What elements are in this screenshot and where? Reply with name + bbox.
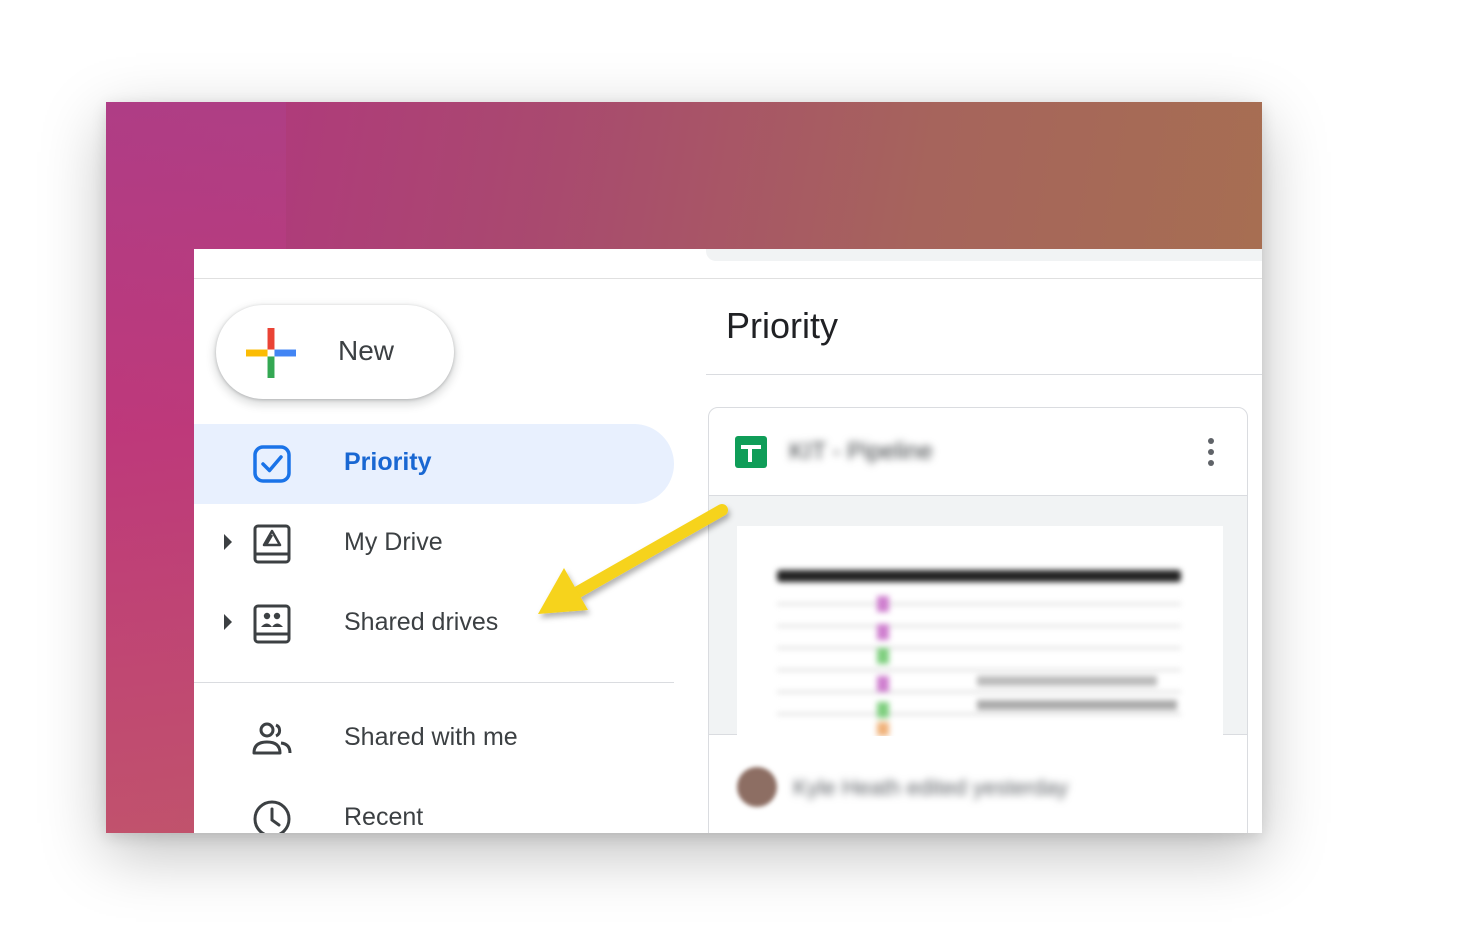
file-thumbnail	[737, 526, 1223, 736]
sidebar-item-recent[interactable]: Recent	[194, 779, 674, 833]
drive-app: New Priority My Drive Shared drives Shar…	[194, 249, 1262, 833]
search-bar-edge[interactable]	[706, 249, 1262, 261]
last-edit-text: Kyle Heath edited yesterday	[793, 775, 1069, 800]
avatar	[737, 767, 777, 807]
clock-icon	[253, 800, 291, 833]
new-button-label: New	[338, 335, 395, 366]
screenshot-frame: New Priority My Drive Shared drives Shar…	[106, 102, 1262, 833]
title-divider	[706, 374, 1262, 375]
new-button[interactable]: New	[216, 305, 454, 399]
page-title: Priority	[726, 305, 839, 346]
caret-right-icon[interactable]	[222, 532, 234, 552]
more-vert-icon[interactable]	[1201, 435, 1221, 469]
spreadsheet-preview	[777, 570, 1181, 736]
google-sheets-icon	[735, 436, 767, 468]
sidebar-item-label: Shared with me	[344, 723, 518, 751]
file-card-header: KIT - Pipeline	[709, 408, 1247, 496]
sidebar-item-priority[interactable]: Priority	[194, 424, 674, 504]
file-card[interactable]: KIT - Pipeline Kyle Heath edited yesterd…	[708, 407, 1248, 833]
file-card-footer: Kyle Heath edited yesterday	[709, 735, 1247, 833]
file-name: KIT - Pipeline	[789, 438, 933, 465]
plus-icon	[246, 328, 296, 378]
shared-drives-icon	[253, 604, 291, 644]
priority-checkbox-icon	[253, 445, 291, 483]
sidebar-item-label: Recent	[344, 803, 424, 831]
caret-right-icon[interactable]	[222, 612, 234, 632]
sidebar-item-shared-with-me[interactable]: Shared with me	[194, 699, 674, 779]
sidebar-item-shared-drives[interactable]: Shared drives	[194, 584, 674, 664]
people-icon	[252, 722, 292, 755]
sidebar-item-my-drive[interactable]: My Drive	[194, 504, 674, 584]
file-preview-area	[709, 496, 1247, 736]
sidebar-item-label: Shared drives	[344, 608, 499, 636]
my-drive-icon	[253, 524, 291, 564]
sidebar-divider	[194, 682, 674, 683]
sidebar-item-label: My Drive	[344, 528, 443, 556]
sidebar-item-label: Priority	[344, 448, 432, 476]
